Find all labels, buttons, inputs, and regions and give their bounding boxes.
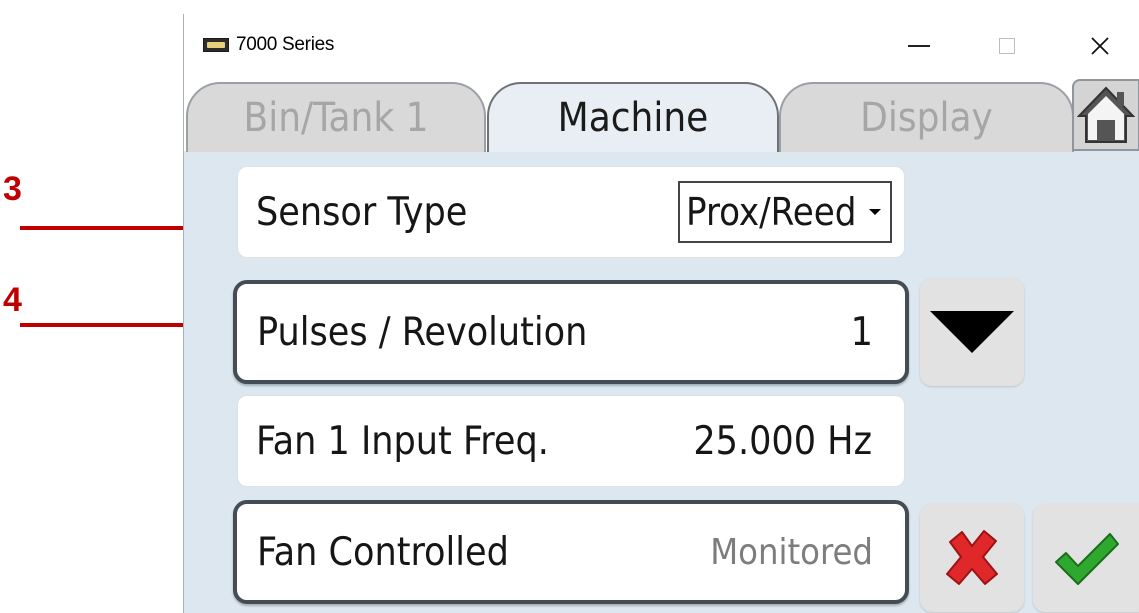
triangle-down-icon: [930, 311, 1014, 353]
maximize-icon: [999, 38, 1015, 54]
sensor-type-row: Sensor Type Prox/Reed: [237, 166, 905, 258]
app-window: 7000 Series Bin/Tank 1 Machine Display S…: [183, 14, 1139, 613]
close-icon: [1091, 37, 1109, 55]
window-title: 7000 Series: [236, 34, 335, 55]
tab-display[interactable]: Display: [779, 82, 1074, 152]
green-check-icon: [1054, 533, 1119, 585]
fan-input-frequency-label: Fan 1 Input Freq.: [256, 418, 549, 464]
sensor-type-label: Sensor Type: [256, 189, 468, 235]
fan-input-frequency-value: 25.000 Hz: [693, 418, 872, 464]
red-x-icon: [946, 530, 998, 585]
fan-controlled-value: Monitored: [710, 531, 873, 573]
close-button[interactable]: [1070, 26, 1130, 66]
fan-input-frequency-row: Fan 1 Input Freq. 25.000 Hz: [237, 395, 905, 487]
pulses-per-revolution-row[interactable]: Pulses / Revolution 1: [233, 280, 909, 384]
minimize-button[interactable]: [889, 26, 949, 66]
tab-bar: Bin/Tank 1 Machine Display: [184, 79, 1139, 152]
pulses-per-revolution-value: 1: [850, 309, 873, 355]
annotation-number-3: 3: [3, 170, 22, 208]
pulses-per-revolution-label: Pulses / Revolution: [257, 309, 588, 355]
cancel-button[interactable]: [920, 504, 1024, 612]
fan-controlled-label: Fan Controlled: [257, 529, 509, 575]
tab-bin-tank-1[interactable]: Bin/Tank 1: [186, 82, 486, 152]
maximize-button[interactable]: [977, 26, 1037, 66]
confirm-button[interactable]: [1033, 504, 1139, 612]
chevron-down-icon[interactable]: [863, 187, 887, 237]
title-bar: 7000 Series: [184, 14, 1139, 79]
decrement-button[interactable]: [920, 278, 1024, 386]
tab-machine[interactable]: Machine: [487, 82, 779, 152]
fan-controlled-row[interactable]: Fan Controlled Monitored: [233, 500, 909, 604]
home-button[interactable]: [1072, 79, 1139, 151]
home-icon: [1077, 86, 1135, 143]
minimize-icon: [908, 45, 930, 47]
sensor-type-value: Prox/Reed: [686, 190, 857, 234]
sensor-type-select[interactable]: Prox/Reed: [678, 181, 892, 243]
app-icon: [203, 38, 229, 52]
